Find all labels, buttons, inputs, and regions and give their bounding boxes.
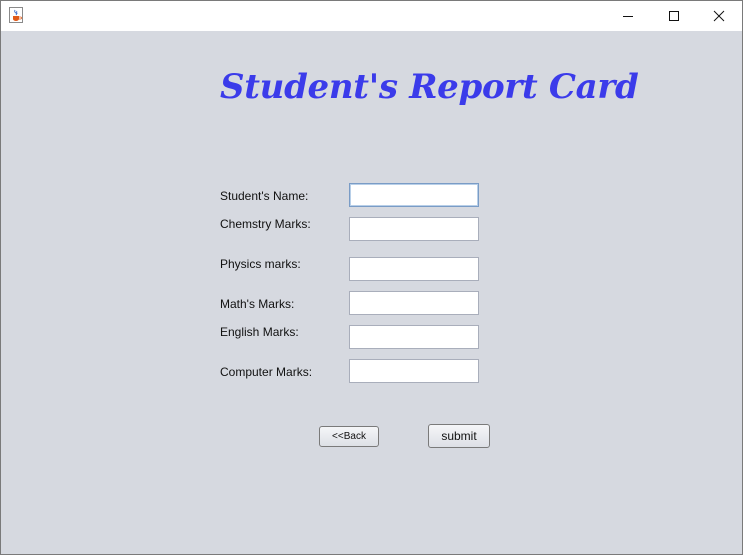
minimize-button[interactable]: [605, 1, 651, 31]
physics-marks-input[interactable]: [349, 257, 479, 281]
close-button[interactable]: [696, 1, 742, 31]
maximize-button[interactable]: [651, 1, 697, 31]
chemistry-marks-label: Chemstry Marks:: [220, 217, 311, 231]
minimize-icon: [623, 16, 633, 17]
maximize-icon: [669, 11, 679, 21]
app-window: Student's Report Card Student's Name: Ch…: [0, 0, 743, 555]
english-marks-input[interactable]: [349, 325, 479, 349]
computer-marks-label: Computer Marks:: [220, 365, 313, 379]
close-icon: [713, 10, 725, 22]
english-marks-label: English Marks:: [220, 325, 299, 339]
title-bar[interactable]: [1, 1, 742, 31]
back-button[interactable]: <<Back: [319, 426, 379, 447]
chemistry-marks-input[interactable]: [349, 217, 479, 241]
computer-marks-input[interactable]: [349, 359, 479, 383]
java-cup-icon: [9, 7, 23, 23]
math-marks-input[interactable]: [349, 291, 479, 315]
physics-marks-label: Physics marks:: [220, 257, 301, 271]
student-name-input[interactable]: [349, 183, 479, 207]
form-panel: Student's Report Card Student's Name: Ch…: [1, 31, 742, 554]
submit-button[interactable]: submit: [428, 424, 490, 448]
page-title: Student's Report Card: [220, 67, 639, 107]
math-marks-label: Math's Marks:: [220, 297, 295, 311]
student-name-label: Student's Name:: [220, 189, 309, 203]
